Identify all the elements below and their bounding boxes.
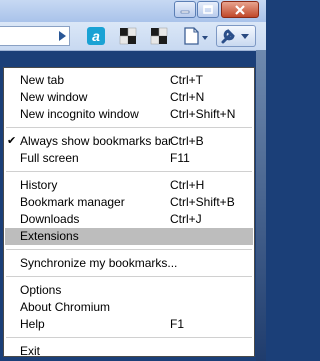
extension-icon xyxy=(119,27,137,45)
menu-item-bookmark-manager[interactable]: Bookmark manager Ctrl+Shift+B xyxy=(4,194,254,211)
menu-item-shortcut: F1 xyxy=(170,317,185,331)
close-button[interactable] xyxy=(221,1,259,18)
maximize-icon xyxy=(203,4,213,14)
go-button[interactable] xyxy=(50,25,74,47)
wrench-menu-button[interactable] xyxy=(216,25,256,47)
menu-item-shortcut: Ctrl+N xyxy=(170,90,205,104)
menu-item-label: Exit xyxy=(20,344,41,358)
menu-item-new-tab[interactable]: New tab Ctrl+T xyxy=(4,72,254,89)
menu-separator xyxy=(6,276,252,277)
menu-separator xyxy=(6,171,252,172)
extension-button-2[interactable] xyxy=(147,25,171,47)
wrench-menu: New tab Ctrl+T New window Ctrl+N New inc… xyxy=(3,67,255,360)
menu-item-shortcut: Ctrl+J xyxy=(170,212,202,226)
menu-separator xyxy=(6,249,252,250)
menu-item-history[interactable]: History Ctrl+H xyxy=(4,177,254,194)
menu-item-exit[interactable]: Exit xyxy=(4,343,254,360)
menu-item-label: Downloads xyxy=(20,212,80,226)
menu-item-extensions[interactable]: Extensions xyxy=(5,228,253,245)
menu-item-help[interactable]: Help F1 xyxy=(4,316,254,333)
page-menu-icon xyxy=(184,27,208,45)
checkmark-icon: ✔ xyxy=(7,135,17,147)
menu-item-shortcut: Ctrl+H xyxy=(170,178,205,192)
menu-item-label: New incognito window xyxy=(20,107,139,121)
menu-separator xyxy=(6,127,252,128)
menu-item-new-incognito-window[interactable]: New incognito window Ctrl+Shift+N xyxy=(4,106,254,123)
menu-item-label: Full screen xyxy=(20,151,79,165)
menu-item-downloads[interactable]: Downloads Ctrl+J xyxy=(4,211,254,228)
menu-item-shortcut: Ctrl+B xyxy=(170,134,204,148)
menu-item-shortcut: Ctrl+T xyxy=(170,73,203,87)
menu-item-label: Synchronize my bookmarks... xyxy=(20,256,178,270)
extension-button-1[interactable] xyxy=(116,25,140,47)
menu-separator xyxy=(6,337,252,338)
extension-button-a[interactable]: a xyxy=(84,25,108,47)
menu-item-label: History xyxy=(20,178,58,192)
go-arrow-icon xyxy=(59,31,66,41)
extension-a-icon: a xyxy=(87,27,105,45)
menu-item-full-screen[interactable]: Full screen F11 xyxy=(4,150,254,167)
background-window-edge xyxy=(256,50,266,361)
menu-item-synchronize-bookmarks[interactable]: Synchronize my bookmarks... xyxy=(4,255,254,272)
extension-icon xyxy=(150,27,168,45)
menu-item-label: Help xyxy=(20,317,45,331)
menu-item-label: About Chromium xyxy=(20,300,111,314)
wrench-menu-icon xyxy=(221,29,249,44)
minimize-button[interactable] xyxy=(174,1,196,18)
menu-item-label: Bookmark manager xyxy=(20,195,125,209)
window-titlebar xyxy=(0,0,266,22)
browser-toolbar: a xyxy=(0,22,266,51)
menu-item-always-show-bookmarks-bar[interactable]: ✔ Always show bookmarks bar Ctrl+B xyxy=(4,133,254,150)
page-menu-button[interactable] xyxy=(180,25,212,47)
menu-item-shortcut: F11 xyxy=(170,151,190,165)
minimize-icon xyxy=(180,10,190,13)
close-icon xyxy=(235,4,245,15)
menu-item-about-chromium[interactable]: About Chromium xyxy=(4,299,254,316)
menu-item-label: New window xyxy=(20,90,88,104)
menu-item-label: New tab xyxy=(20,73,65,87)
svg-text:a: a xyxy=(92,28,100,44)
menu-item-label: Options xyxy=(20,283,62,297)
menu-item-label: Extensions xyxy=(20,229,79,243)
menu-item-shortcut: Ctrl+Shift+N xyxy=(170,107,236,121)
menu-item-shortcut: Ctrl+Shift+B xyxy=(170,195,235,209)
maximize-button[interactable] xyxy=(197,1,219,18)
menu-item-label: Always show bookmarks bar xyxy=(20,134,173,148)
menu-item-new-window[interactable]: New window Ctrl+N xyxy=(4,89,254,106)
menu-item-options[interactable]: Options xyxy=(4,282,254,299)
